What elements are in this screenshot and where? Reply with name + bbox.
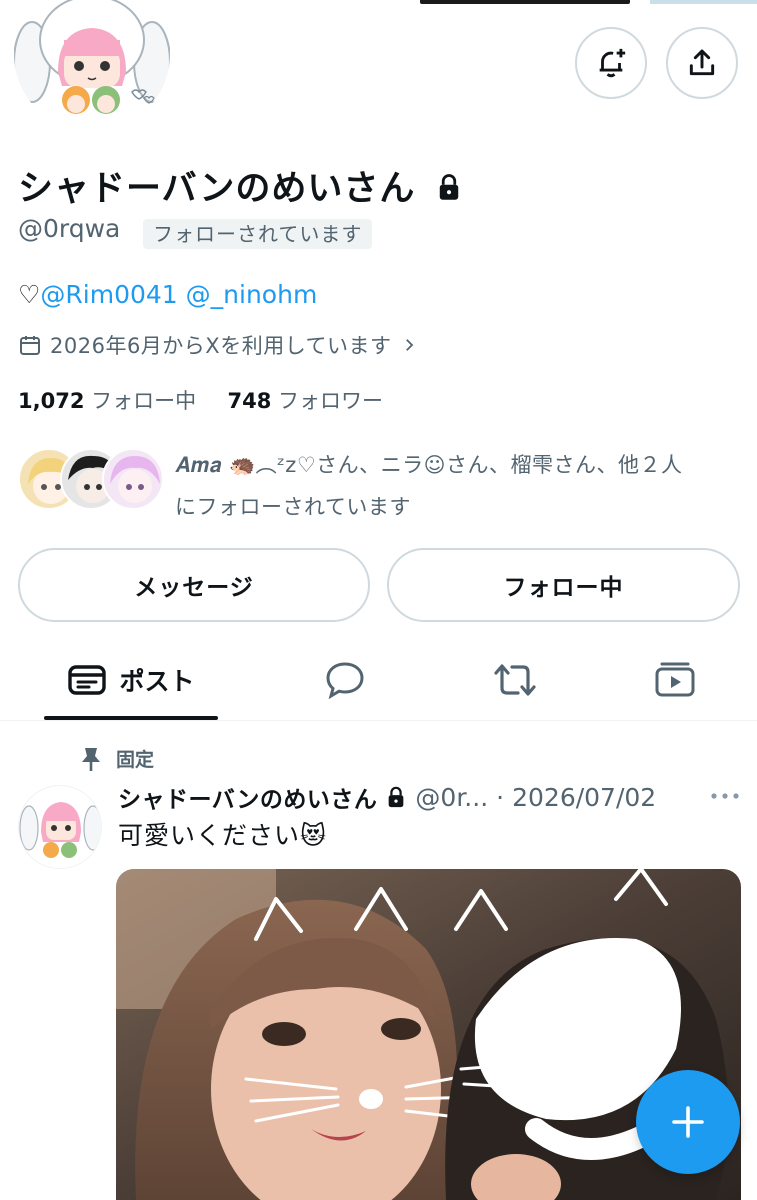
post-date[interactable]: 2026/07/02 (512, 783, 656, 812)
media-icon (655, 662, 695, 697)
more-dots-icon (711, 793, 739, 799)
profile-tabs: ポスト (0, 640, 757, 721)
display-name-text: シャドーバンのめいさん (18, 169, 416, 209)
calendar-icon (20, 336, 40, 355)
following-label: フォロー中 (91, 389, 197, 413)
share-button[interactable] (666, 27, 738, 99)
tab-reposts[interactable] (430, 640, 600, 720)
lock-icon (439, 174, 458, 200)
posts-icon (68, 665, 107, 695)
post-text: 可愛いください😻 (118, 821, 328, 850)
follow-counts: 1,072 フォロー中 748 フォロワー (18, 385, 383, 415)
pinned-indicator: 固定 (80, 745, 154, 772)
following-link[interactable]: 1,072 フォロー中 (18, 389, 196, 413)
post-author-name[interactable]: シャドーバンのめいさん (118, 780, 377, 814)
reply-icon (326, 662, 364, 699)
following-count: 1,072 (18, 389, 85, 413)
bio-mention-rim[interactable]: @Rim0041 (40, 280, 177, 309)
banner-edge-dark (420, 0, 630, 4)
followers-link[interactable]: 748 フォロワー (228, 389, 384, 413)
post-avatar-illustration (19, 786, 101, 868)
bell-plus-icon (599, 48, 626, 78)
tab-posts-label: ポスト (119, 667, 195, 696)
post-separator-dot: · (496, 782, 505, 812)
profile-bio: ♡@Rim0041 @_ninohm (18, 280, 317, 309)
active-tab-indicator (44, 716, 218, 720)
pin-icon (82, 747, 100, 771)
mutual-text-line1: 𝑨𝒎𝒂 🦔︵ᶻz♡さん、ニラ☺さん、榴雫さん、他２人 (175, 453, 683, 477)
mutual-avatar-3 (102, 448, 164, 510)
plus-icon (672, 1106, 704, 1138)
profile-display-name: シャドーバンのめいさん (18, 160, 463, 211)
notification-bell-button[interactable] (575, 27, 647, 99)
bio-heart: ♡ (18, 280, 41, 309)
compose-post-button[interactable] (636, 1070, 740, 1174)
follows-you-badge: フォローされています (143, 219, 373, 249)
share-icon (689, 49, 715, 76)
post-more-options-button[interactable] (710, 783, 740, 808)
post-author-handle[interactable]: @0r... (415, 783, 488, 812)
tab-media[interactable] (600, 640, 750, 720)
following-button[interactable]: フォロー中 (387, 548, 740, 622)
tab-replies[interactable] (260, 640, 430, 720)
profile-avatar[interactable] (14, 0, 170, 132)
joined-date-row[interactable]: 2026年6月からXを利用しています (18, 330, 418, 360)
banner-edge-light (650, 0, 757, 4)
message-button[interactable]: メッセージ (18, 548, 370, 622)
mutual-text-line2: にフォローされています (175, 495, 411, 519)
post-author-avatar[interactable] (18, 785, 102, 869)
pinned-label: 固定 (116, 749, 155, 771)
profile-handle: @0rqwa (18, 214, 121, 243)
mutual-followers-avatars[interactable] (18, 448, 164, 514)
joined-date-text: 2026年6月からXを利用しています (50, 334, 392, 358)
repost-icon (494, 664, 536, 696)
followers-label: フォロワー (278, 389, 384, 413)
bio-mention-ninohm[interactable]: @_ninohm (186, 280, 318, 309)
post-lock-icon (389, 786, 404, 808)
chevron-right-icon (405, 339, 413, 351)
avatar-illustration (14, 0, 170, 130)
tab-posts[interactable]: ポスト (44, 640, 218, 720)
post-header: シャドーバンのめいさん @0r... · 2026/07/02 (118, 780, 656, 814)
followers-count: 748 (227, 389, 272, 413)
mutual-followers-text[interactable]: 𝑨𝒎𝒂 🦔︵ᶻz♡さん、ニラ☺さん、榴雫さん、他２人 にフォローされています (175, 444, 740, 528)
